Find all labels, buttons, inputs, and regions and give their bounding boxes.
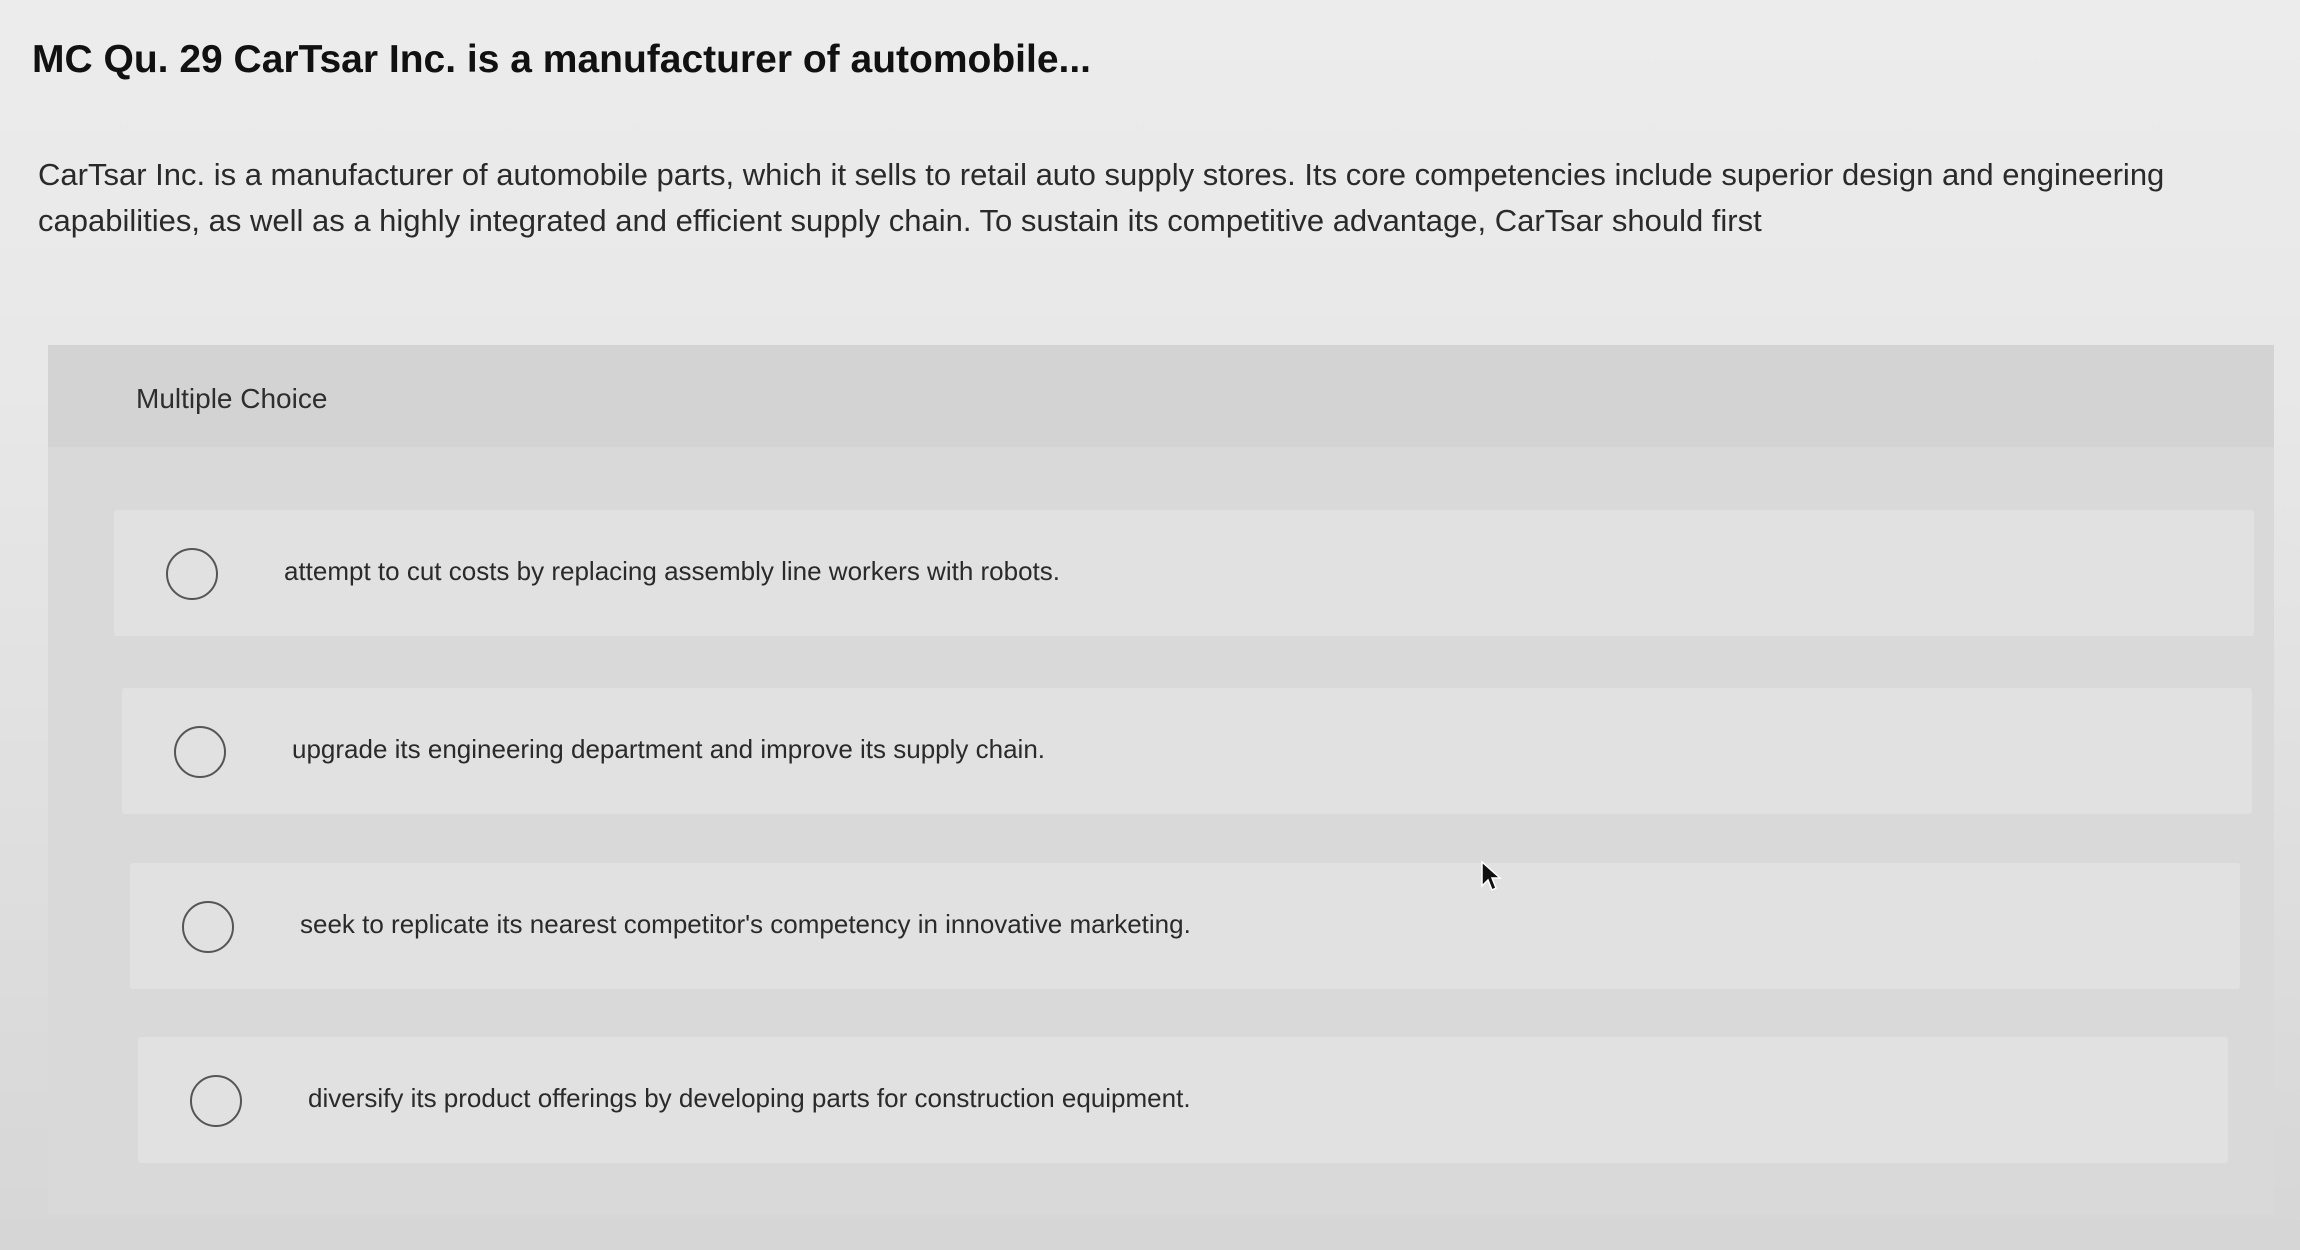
radio-button-icon[interactable] (174, 726, 226, 778)
answer-option-text: attempt to cut costs by replacing assemb… (284, 556, 1060, 586)
radio-button-icon[interactable] (190, 1075, 242, 1127)
answer-option-text: diversify its product offerings by devel… (308, 1083, 1191, 1113)
multiple-choice-header: Multiple Choice (48, 345, 2274, 447)
answer-option-2[interactable]: upgrade its engineering department and i… (122, 688, 2252, 814)
question-title: MC Qu. 29 CarTsar Inc. is a manufacturer… (32, 38, 1092, 81)
answer-option-text: seek to replicate its nearest competitor… (300, 909, 1191, 939)
radio-button-icon[interactable] (182, 901, 234, 953)
multiple-choice-panel: Multiple Choice attempt to cut costs by … (48, 345, 2274, 1215)
answer-option-4[interactable]: diversify its product offerings by devel… (138, 1037, 2228, 1163)
answer-option-1[interactable]: attempt to cut costs by replacing assemb… (114, 510, 2254, 636)
mouse-pointer-icon (1481, 860, 1502, 892)
answer-option-3[interactable]: seek to replicate its nearest competitor… (130, 863, 2240, 989)
answer-option-text: upgrade its engineering department and i… (292, 734, 1046, 764)
radio-button-icon[interactable] (166, 548, 218, 600)
multiple-choice-label: Multiple Choice (136, 383, 328, 414)
question-body: CarTsar Inc. is a manufacturer of automo… (38, 157, 2165, 238)
